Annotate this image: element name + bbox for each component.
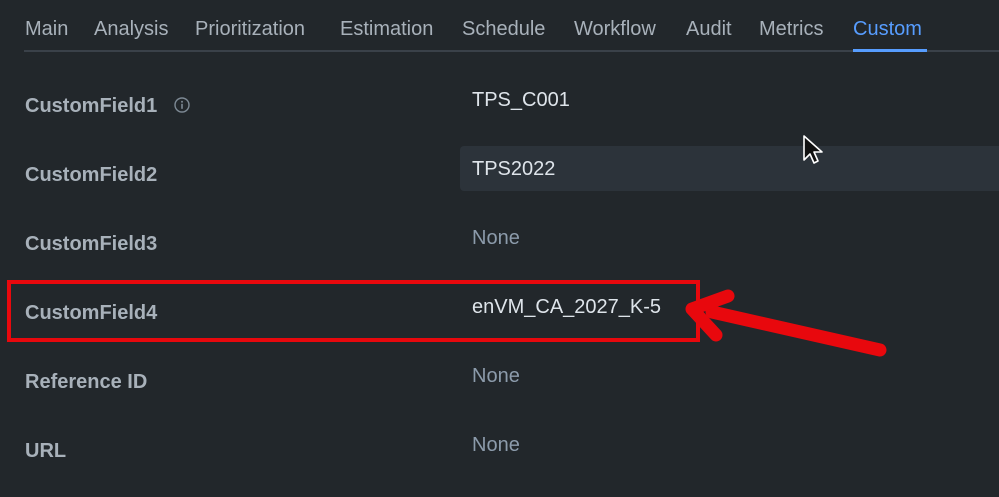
- info-icon[interactable]: [174, 97, 190, 113]
- tab-prioritization[interactable]: Prioritization: [195, 18, 305, 41]
- field-label-reference-id: Reference ID: [25, 371, 148, 393]
- annotation-highlight-box: [7, 280, 700, 342]
- field-value-reference-id[interactable]: None: [472, 365, 520, 388]
- field-label-customfield2: CustomField2: [25, 164, 158, 186]
- tab-bar: Main Analysis Prioritization Estimation …: [0, 0, 999, 52]
- tab-analysis[interactable]: Analysis: [94, 18, 168, 41]
- field-label-customfield1: CustomField1: [25, 95, 158, 117]
- field-label-customfield3: CustomField3: [25, 233, 158, 255]
- active-tab-indicator: [853, 49, 927, 52]
- tab-audit[interactable]: Audit: [686, 18, 732, 41]
- tab-workflow[interactable]: Workflow: [574, 18, 656, 41]
- field-label-url: URL: [25, 440, 67, 462]
- field-value-customfield2[interactable]: TPS2022: [472, 158, 555, 181]
- tab-main[interactable]: Main: [25, 18, 68, 41]
- tab-schedule[interactable]: Schedule: [462, 18, 545, 41]
- tab-custom[interactable]: Custom: [853, 18, 922, 41]
- field-value-url[interactable]: None: [472, 434, 520, 457]
- custom-fields-panel: Main Analysis Prioritization Estimation …: [0, 0, 999, 497]
- tab-estimation[interactable]: Estimation: [340, 18, 433, 41]
- tab-metrics[interactable]: Metrics: [759, 18, 823, 41]
- field-value-customfield1[interactable]: TPS_C001: [472, 89, 570, 112]
- mouse-pointer-icon: [803, 135, 823, 164]
- field-value-customfield3[interactable]: None: [472, 227, 520, 250]
